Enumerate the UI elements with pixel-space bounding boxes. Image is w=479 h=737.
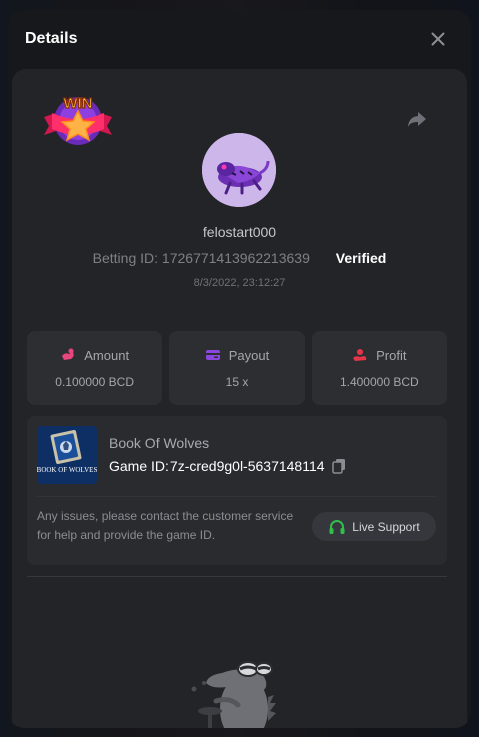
- verified-badge: Verified: [335, 250, 387, 266]
- amount-icon: [62, 348, 74, 360]
- card-divider: [37, 496, 437, 497]
- stat-profit: Profit 1.400000 BCD: [311, 331, 447, 405]
- betting-id-line: Betting ID: 1726771413962213639 Verified: [12, 250, 467, 266]
- close-button[interactable]: [425, 26, 451, 52]
- live-support-button[interactable]: Live Support: [312, 512, 436, 541]
- dinosaur-mascot-icon: [191, 661, 276, 728]
- game-name: Book Of Wolves: [109, 435, 210, 451]
- support-message: Any issues, please contact the customer …: [37, 509, 294, 542]
- betting-id-value: 1726771413962213639: [161, 250, 310, 266]
- headset-icon: [329, 519, 345, 534]
- stat-profit-value: 1.400000 BCD: [339, 374, 419, 389]
- stat-payout-label: Payout: [228, 347, 270, 363]
- game-id-value: 7z-cred9g0l-5637148114: [169, 458, 325, 474]
- svg-text:WIN: WIN: [63, 95, 92, 112]
- stat-amount-value: 0.100000 BCD: [55, 374, 135, 389]
- avatar: [202, 133, 276, 207]
- share-button[interactable]: [405, 107, 429, 131]
- stats-row: Amount 0.100000 BCD Payout 15 x Profit 1…: [27, 331, 447, 405]
- details-panel: WIN felostart000 Betting ID: 17267714139…: [12, 69, 467, 728]
- win-badge-icon: WIN: [44, 94, 112, 145]
- stat-payout-value: 15 x: [225, 374, 249, 389]
- share-icon: [408, 112, 426, 127]
- copy-game-id-button[interactable]: [331, 458, 347, 474]
- modal-title: Details: [25, 30, 78, 47]
- stat-amount-label: Amount: [84, 347, 130, 363]
- game-id-label: Game ID:: [109, 458, 169, 474]
- close-icon: [431, 32, 445, 46]
- profit-icon: [353, 349, 367, 361]
- live-support-label: Live Support: [352, 519, 420, 534]
- payout-icon: [205, 350, 220, 360]
- modal-header: Details: [8, 10, 471, 68]
- book-of-wolves-cover-icon: BOOK OF WOLVES: [37, 426, 97, 484]
- game-card: BOOK OF WOLVES Book Of Wolves Game ID: 7z…: [27, 416, 447, 565]
- player-username: felostart000: [202, 224, 277, 240]
- details-modal: Details WIN felostart000 Betting ID: 172…: [8, 10, 471, 728]
- game-id: Game ID: 7z-cred9g0l-5637148114: [109, 458, 347, 474]
- section-divider: [27, 576, 447, 577]
- stat-profit-label: Profit: [376, 347, 407, 363]
- creature-avatar-icon: [202, 133, 276, 207]
- stat-payout: Payout 15 x: [169, 331, 305, 405]
- stat-amount: Amount 0.100000 BCD: [27, 331, 163, 405]
- svg-text:BOOK OF WOLVES: BOOK OF WOLVES: [37, 466, 97, 474]
- betting-id-label: Betting ID:: [92, 250, 159, 266]
- copy-icon: [331, 459, 345, 474]
- bet-timestamp: 8/3/2022, 23:12:27: [193, 277, 286, 289]
- game-thumbnail[interactable]: BOOK OF WOLVES: [37, 426, 97, 484]
